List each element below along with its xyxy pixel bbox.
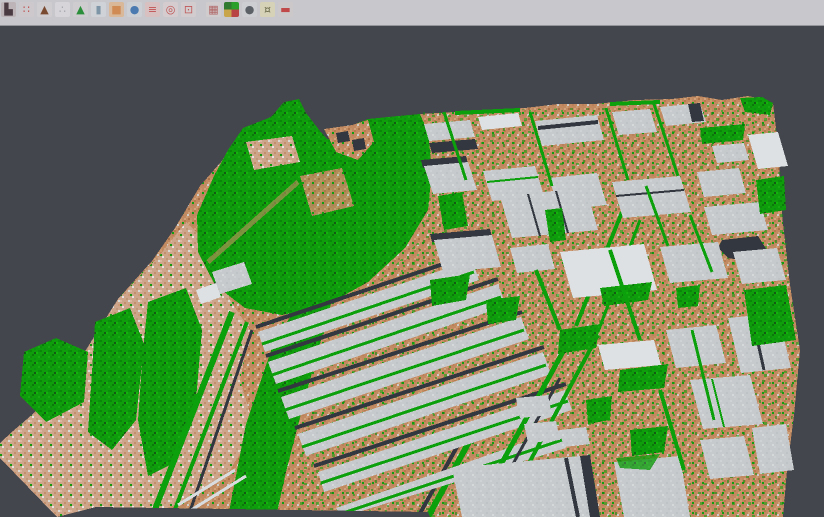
clip-box-icon[interactable]: ⊡ <box>181 2 196 17</box>
tree-line <box>610 102 660 104</box>
classification-icon[interactable] <box>224 2 239 17</box>
toolbar: ▙∷▲∴▲▮■●≡◎⊡▦●¤▬ <box>0 0 824 26</box>
application-window: ▙∷▲∴▲▮■●≡◎⊡▦●¤▬ <box>0 0 824 517</box>
align-points-icon[interactable]: ∷ <box>19 2 34 17</box>
fence-icon[interactable]: ▦ <box>206 2 221 17</box>
shed-roof <box>560 427 590 447</box>
terrain-icon[interactable]: ▲ <box>37 2 52 17</box>
roof-shadow <box>336 131 350 143</box>
building-roof <box>690 375 763 429</box>
building-roof <box>434 235 501 272</box>
vegetation-patch <box>756 176 786 214</box>
building-roof <box>598 340 661 370</box>
vegetation-patch <box>676 285 700 308</box>
building-roof <box>424 162 477 194</box>
vegetation-patch <box>486 296 520 324</box>
delete-icon[interactable]: ▬ <box>278 2 293 17</box>
roof-shadow <box>352 138 366 151</box>
vegetation-icon[interactable]: ▲ <box>73 2 88 17</box>
building-roof <box>704 202 768 235</box>
profile-lines-icon[interactable]: ≡ <box>145 2 160 17</box>
mesh-icon[interactable]: ● <box>242 2 257 17</box>
building-roof <box>660 242 728 283</box>
toolbar-separator <box>199 2 206 17</box>
building-roof <box>612 109 657 135</box>
measure-icon[interactable]: ¤ <box>260 2 275 17</box>
import-icon[interactable]: ▙ <box>1 2 16 17</box>
viewport-3d[interactable] <box>0 0 824 517</box>
globe-icon[interactable]: ● <box>127 2 142 17</box>
vegetation-patch <box>586 396 612 424</box>
shed-roof <box>524 421 560 443</box>
ring-icon[interactable]: ◎ <box>163 2 178 17</box>
vegetation-patch <box>630 426 668 456</box>
ground-class-icon[interactable]: ■ <box>109 2 124 17</box>
point-cloud-icon[interactable]: ∴ <box>55 2 70 17</box>
shed-roof <box>516 395 552 418</box>
section-view-icon[interactable]: ▮ <box>91 2 106 17</box>
building-roof <box>510 244 555 273</box>
building-roof <box>697 168 746 197</box>
building-roof <box>712 143 749 163</box>
building-roof <box>733 248 786 284</box>
